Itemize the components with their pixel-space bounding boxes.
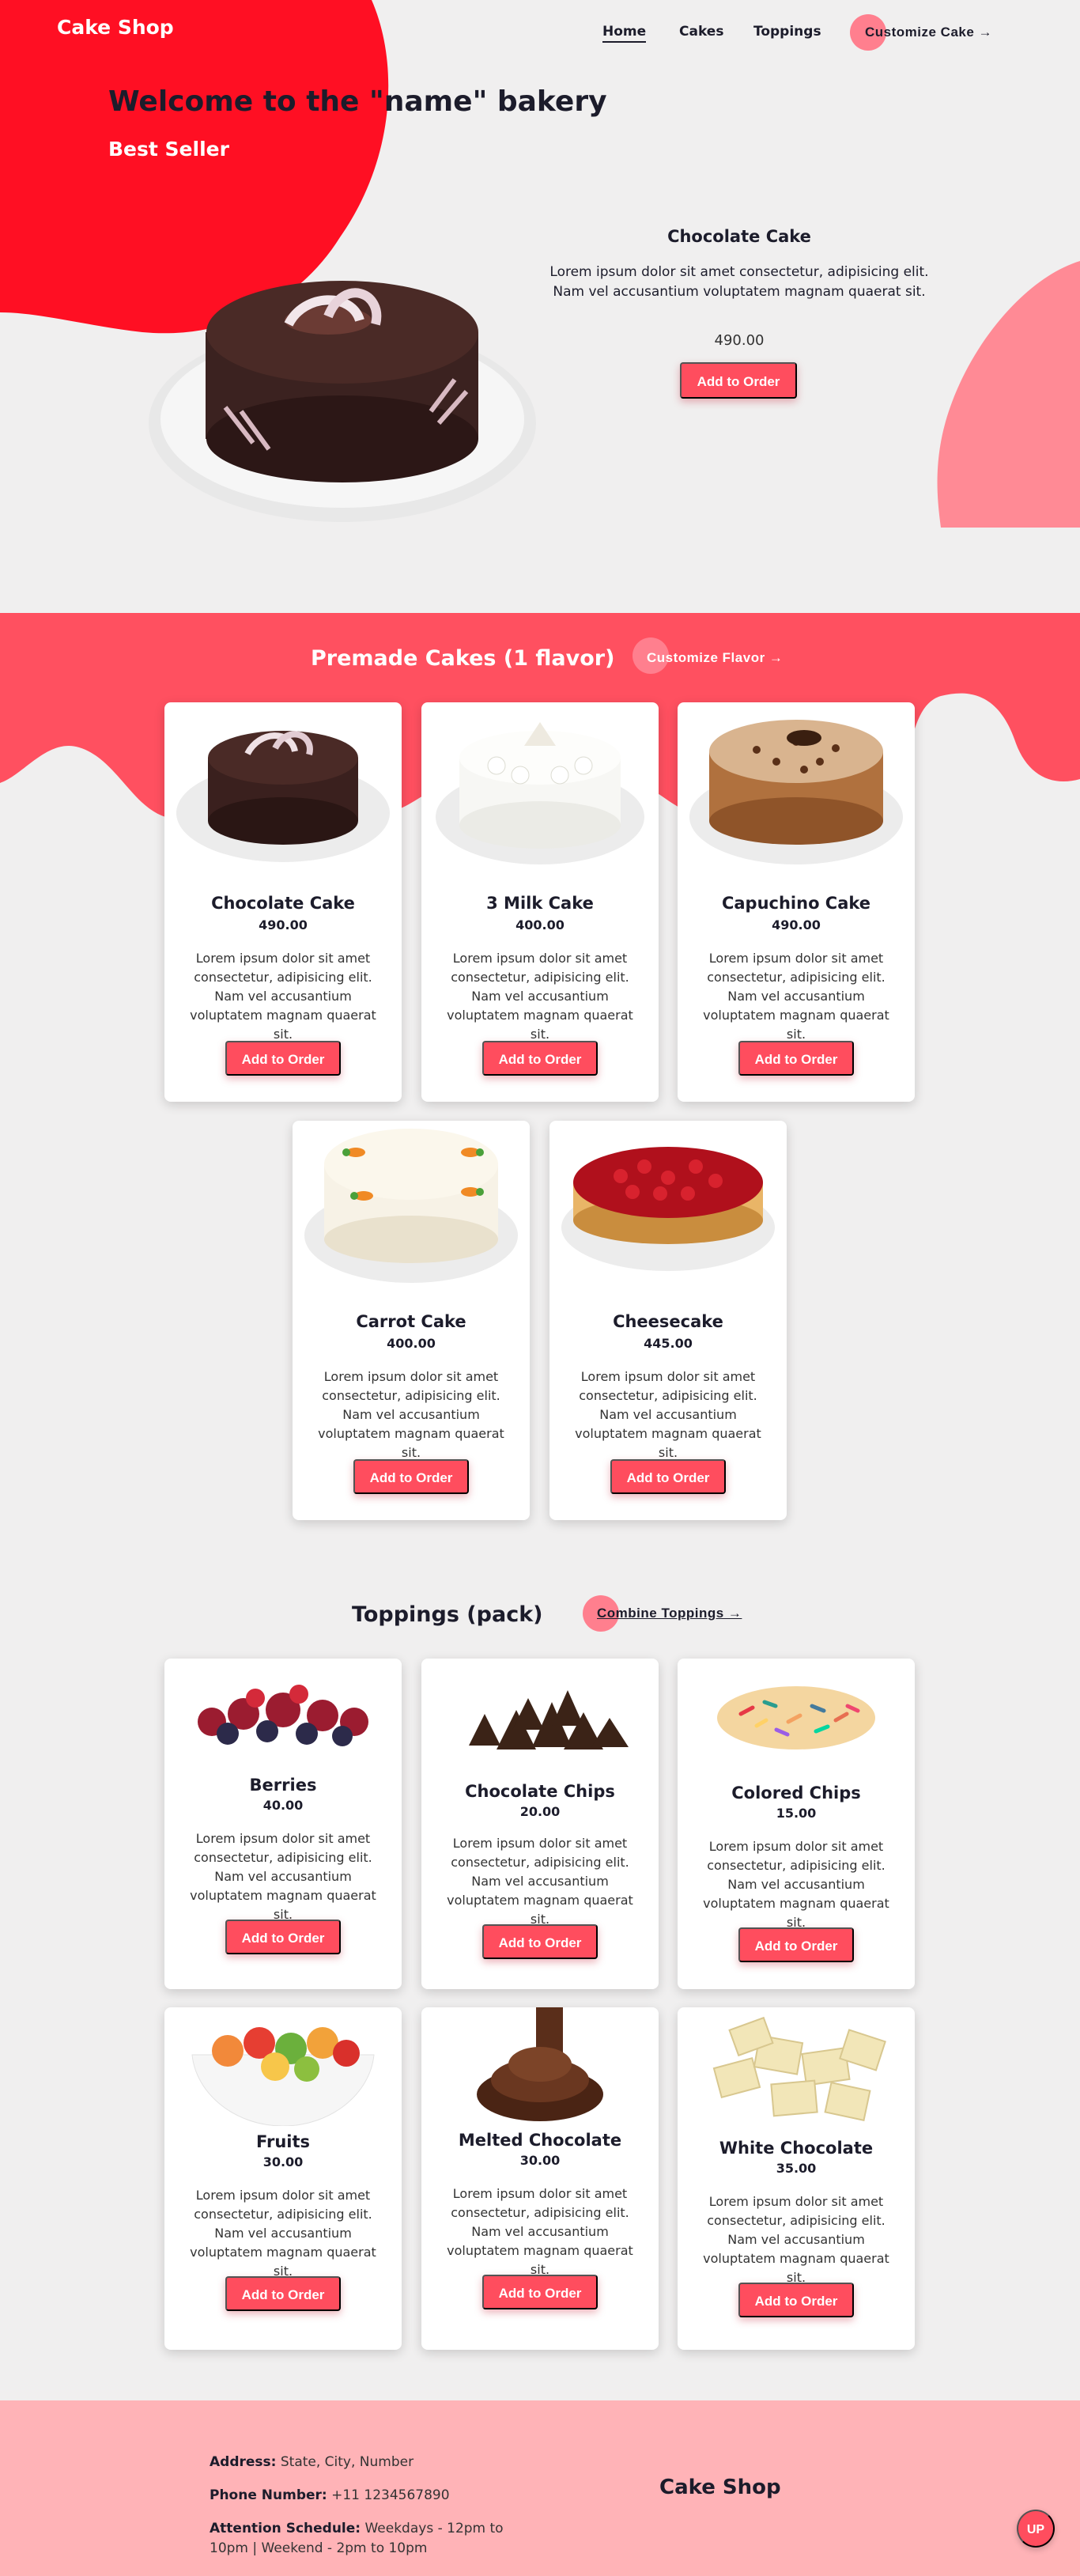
phone-value: +11 1234567890	[331, 2487, 450, 2503]
add-to-order-button[interactable]: Add to Order	[738, 2283, 854, 2317]
toppings-section-title: Toppings (pack)	[352, 1602, 543, 1627]
brand-logo[interactable]: Cake Shop	[57, 16, 174, 39]
card-name: White Chocolate	[719, 2139, 874, 2158]
add-to-order-button[interactable]: Add to Order	[610, 1459, 726, 1494]
fruits-image	[191, 2027, 375, 2126]
combine-toppings-link[interactable]: Combine Toppings →	[597, 1606, 742, 1621]
cheesecake-image	[561, 1147, 775, 1271]
address-value: State, City, Number	[280, 2454, 414, 2470]
featured-cake-image	[149, 281, 536, 522]
premade-section-title: Premade Cakes (1 flavor)	[311, 646, 615, 671]
card-description: Lorem ipsum dolor sit amet consectetur, …	[575, 1369, 761, 1460]
product-card: Chocolate Chips 20.00 Lorem ipsum dolor …	[421, 1659, 659, 1989]
add-to-order-button[interactable]: Add to Order	[738, 1041, 854, 1076]
add-to-order-button[interactable]: Add to Order	[482, 1924, 598, 1959]
carrot-cake-image	[304, 1129, 518, 1283]
card-price: 15.00	[776, 1806, 817, 1821]
product-card: White Chocolate 35.00 Lorem ipsum dolor …	[678, 2007, 915, 2350]
nav-home[interactable]: Home	[602, 24, 647, 43]
product-card: Berries 40.00 Lorem ipsum dolor sit amet…	[164, 1659, 402, 1989]
nav-cakes[interactable]: Cakes	[679, 24, 723, 40]
card-price: 400.00	[515, 917, 565, 932]
card-price: 490.00	[259, 917, 308, 932]
schedule-label: Attention Schedule:	[210, 2521, 361, 2536]
footer-brand: Cake Shop	[659, 2476, 781, 2499]
colored-chips-image	[717, 1686, 875, 1749]
add-to-order-button[interactable]: Add to Order	[482, 2275, 598, 2309]
footer-phone: Phone Number: +11 1234567890	[210, 2486, 450, 2506]
product-card: Cheesecake 445.00 Lorem ipsum dolor sit …	[549, 1121, 787, 1520]
product-card: Colored Chips 15.00 Lorem ipsum dolor si…	[678, 1659, 915, 1989]
add-to-order-button[interactable]: Add to Order	[482, 1041, 598, 1076]
product-card: Carrot Cake 400.00 Lorem ipsum dolor sit…	[293, 1121, 530, 1520]
footer-address: Address: State, City, Number	[210, 2453, 413, 2472]
card-price: 445.00	[644, 1336, 693, 1351]
hero-pink-wave	[937, 261, 1080, 528]
address-label: Address:	[210, 2454, 277, 2470]
card-name: 3 Milk Cake	[486, 894, 594, 913]
card-name: Berries	[249, 1776, 317, 1795]
card-description: Lorem ipsum dolor sit amet consectetur, …	[703, 951, 889, 1042]
add-to-order-button[interactable]: Add to Order	[738, 1927, 854, 1962]
card-description: Lorem ipsum dolor sit amet consectetur, …	[190, 2188, 376, 2279]
customize-cake-link[interactable]: Customize Cake →	[865, 25, 992, 40]
customize-flavor-link[interactable]: Customize Flavor →	[647, 650, 783, 666]
card-name: Melted Chocolate	[458, 2131, 622, 2150]
card-description: Lorem ipsum dolor sit amet consectetur, …	[190, 1831, 376, 1922]
scroll-up-button[interactable]: UP	[1017, 2510, 1055, 2548]
featured-cake-name: Chocolate Cake	[667, 227, 811, 246]
chocolate-cake-image	[176, 731, 390, 862]
card-price: 400.00	[387, 1336, 436, 1351]
white-chocolate-image	[712, 2016, 886, 2121]
footer: Address: State, City, Number Phone Numbe…	[0, 2400, 1080, 2576]
chocolate-chips-image	[469, 1690, 629, 1749]
card-name: Colored Chips	[731, 1784, 861, 1802]
card-price: 30.00	[519, 2153, 561, 2168]
card-price: 35.00	[776, 2161, 817, 2176]
card-name: Fruits	[255, 2132, 311, 2151]
melted-chocolate-image	[477, 2007, 603, 2121]
three-milk-cake-image	[436, 722, 644, 864]
card-price: 40.00	[262, 1798, 304, 1813]
card-name: Cheesecake	[613, 1312, 723, 1331]
card-name: Capuchino Cake	[721, 894, 871, 913]
capuchino-cake-image	[689, 720, 903, 864]
featured-add-to-order-button[interactable]: Add to Order	[680, 362, 797, 399]
card-name: Carrot Cake	[356, 1312, 466, 1331]
product-card: 3 Milk Cake 400.00 Lorem ipsum dolor sit…	[421, 702, 659, 1102]
hero-title: Welcome to the "name" bakery	[108, 85, 607, 118]
featured-cake-description: Lorem ipsum dolor sit amet consectetur, …	[549, 264, 929, 300]
card-description: Lorem ipsum dolor sit amet consectetur, …	[447, 951, 633, 1042]
product-card: Fruits 30.00 Lorem ipsum dolor sit amet …	[164, 2007, 402, 2350]
featured-cake-price: 490.00	[714, 332, 765, 349]
add-to-order-button[interactable]: Add to Order	[353, 1459, 469, 1494]
card-description: Lorem ipsum dolor sit amet consectetur, …	[703, 1839, 889, 1930]
add-to-order-button[interactable]: Add to Order	[225, 2276, 341, 2311]
card-price: 20.00	[519, 1804, 561, 1819]
hero-subtitle: Best Seller	[108, 138, 229, 161]
card-price: 30.00	[262, 2154, 304, 2169]
nav-toppings[interactable]: Toppings	[753, 24, 821, 40]
card-description: Lorem ipsum dolor sit amet consectetur, …	[190, 951, 376, 1042]
add-to-order-button[interactable]: Add to Order	[225, 1920, 341, 1954]
product-card: Melted Chocolate 30.00 Lorem ipsum dolor…	[421, 2007, 659, 2350]
card-price: 490.00	[772, 917, 821, 932]
card-description: Lorem ipsum dolor sit amet consectetur, …	[318, 1369, 504, 1460]
add-to-order-button[interactable]: Add to Order	[225, 1041, 341, 1076]
footer-schedule: Attention Schedule: Weekdays - 12pm to 1…	[210, 2519, 542, 2559]
berries-image	[198, 1685, 368, 1746]
phone-label: Phone Number:	[210, 2487, 327, 2503]
card-description: Lorem ipsum dolor sit amet consectetur, …	[447, 2186, 633, 2277]
card-name: Chocolate Chips	[465, 1782, 615, 1801]
product-card: Chocolate Cake 490.00 Lorem ipsum dolor …	[164, 702, 402, 1102]
product-card: Capuchino Cake 490.00 Lorem ipsum dolor …	[678, 702, 915, 1102]
card-name: Chocolate Cake	[211, 894, 355, 913]
card-description: Lorem ipsum dolor sit amet consectetur, …	[703, 2194, 889, 2285]
card-description: Lorem ipsum dolor sit amet consectetur, …	[447, 1836, 633, 1927]
